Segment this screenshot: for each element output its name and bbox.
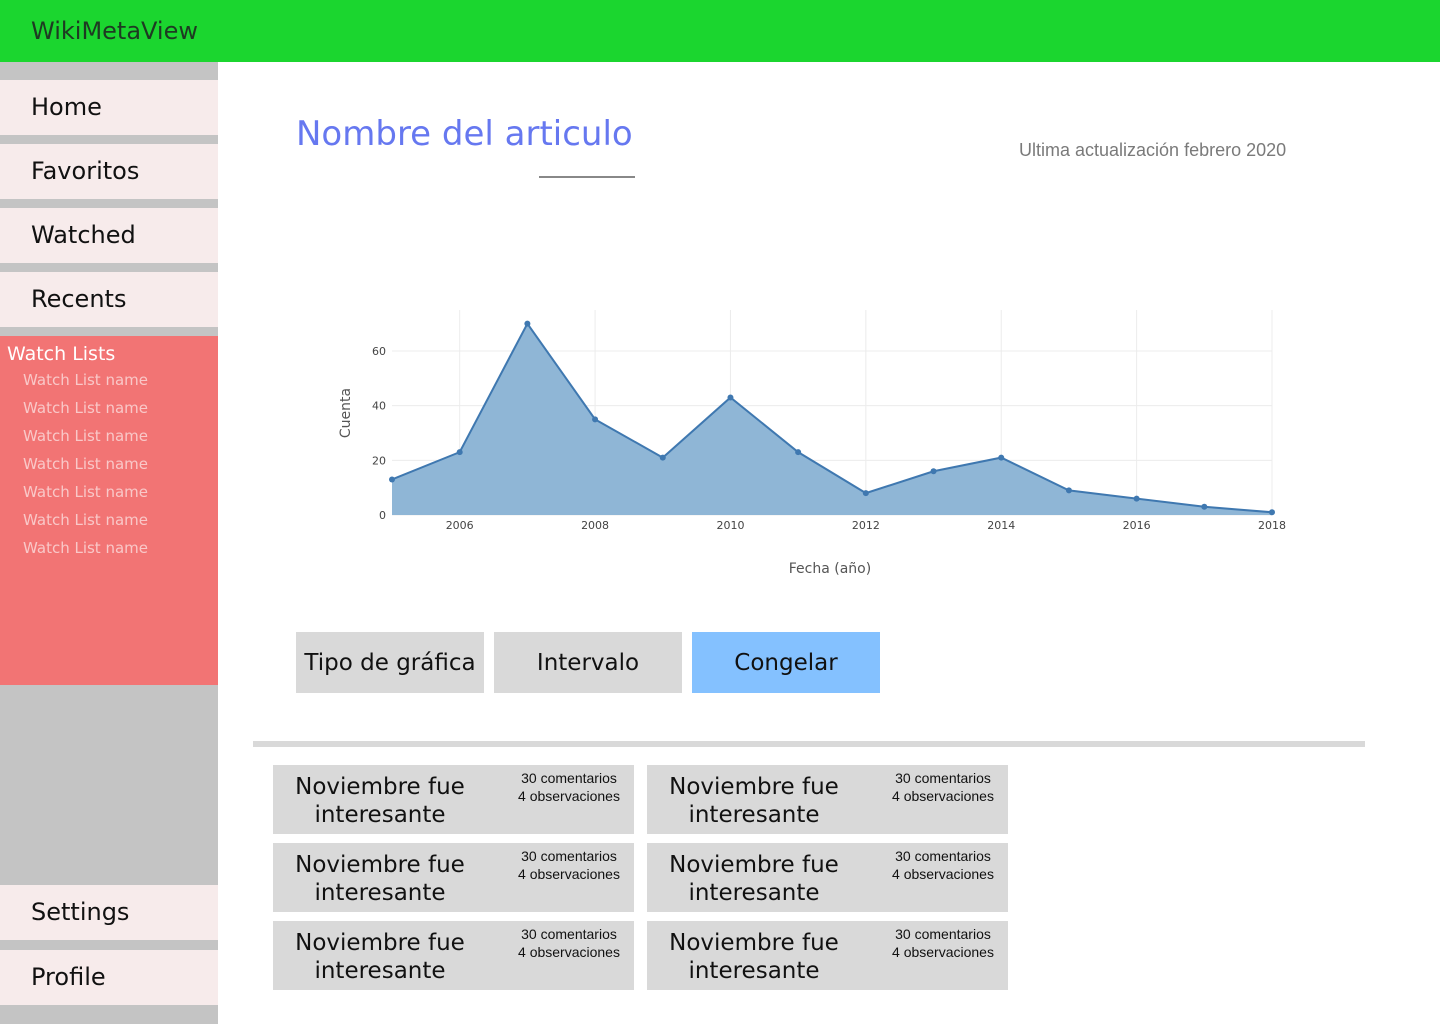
watch-list-item[interactable]: Watch List name [23,399,148,417]
y-tick-label: 20 [372,454,386,467]
chart-type-button[interactable]: Tipo de gráfica [296,632,484,693]
section-divider [253,741,1365,747]
x-tick-label: 2006 [446,519,474,532]
y-axis-label: Cuenta [338,388,354,438]
card-meta: 30 comentarios 4 observaciones [884,769,1002,805]
sidebar-item-label: Home [31,93,102,121]
sidebar-item-label: Profile [31,963,106,991]
watch-list-item[interactable]: Watch List name [23,371,148,389]
card-comments: 30 comentarios [895,848,991,864]
watch-list-item[interactable]: Watch List name [23,511,148,529]
y-tick-label: 40 [372,400,386,413]
data-point[interactable] [727,394,734,401]
card-meta: 30 comentarios 4 observaciones [510,769,628,805]
card-comments: 30 comentarios [521,926,617,942]
area-fill [392,323,1272,515]
x-tick-label: 2008 [581,519,609,532]
card-meta: 30 comentarios 4 observaciones [884,925,1002,961]
watch-list-item[interactable]: Watch List name [23,455,148,473]
comment-card[interactable]: Noviembre fue interesante 30 comentarios… [647,921,1008,990]
title-underline [539,176,635,178]
data-point[interactable] [795,449,802,456]
watch-list-item[interactable]: Watch List name [23,427,148,445]
activity-area-chart[interactable]: 0 20 40 60 2006 2008 2010 2012 2014 2016 2018 Cuen… [330,295,1310,595]
sidebar-item-home[interactable]: Home [0,80,218,135]
sidebar-item-label: Recents [31,285,127,313]
x-tick-label: 2012 [852,519,880,532]
data-point[interactable] [592,416,599,423]
card-comments: 30 comentarios [521,848,617,864]
watch-list-item[interactable]: Watch List name [23,483,148,501]
card-title: Noviembre fue interesante [669,774,839,828]
card-title: Noviembre fue interesante [295,930,465,984]
data-point[interactable] [659,454,666,461]
card-observations: 4 observaciones [892,788,994,804]
sidebar: Home Favoritos Watched Recents Watch Lis… [0,62,218,1024]
sidebar-item-label: Favoritos [31,157,140,185]
data-point[interactable] [389,476,395,483]
last-update-text: Ultima actualización febrero 2020 [1019,140,1287,160]
x-tick-label: 2018 [1258,519,1286,532]
data-point[interactable] [456,449,463,456]
interval-button[interactable]: Intervalo [494,632,682,693]
top-bar: WikiMetaView [0,0,1440,62]
sidebar-item-watched[interactable]: Watched [0,208,218,263]
data-point[interactable] [862,490,869,497]
card-observations: 4 observaciones [892,944,994,960]
sidebar-item-profile[interactable]: Profile [0,950,218,1005]
data-point[interactable] [930,468,937,475]
card-meta: 30 comentarios 4 observaciones [884,847,1002,883]
card-title: Noviembre fue interesante [669,930,839,984]
card-observations: 4 observaciones [518,788,620,804]
card-comments: 30 comentarios [895,770,991,786]
x-tick-label: 2016 [1123,519,1151,532]
card-meta: 30 comentarios 4 observaciones [510,847,628,883]
page-title: Nombre del articulo [296,114,633,154]
card-comments: 30 comentarios [521,770,617,786]
sidebar-item-settings[interactable]: Settings [0,885,218,940]
x-tick-label: 2010 [716,519,744,532]
y-tick-label: 60 [372,345,386,358]
card-observations: 4 observaciones [518,944,620,960]
card-observations: 4 observaciones [892,866,994,882]
card-title: Noviembre fue interesante [669,852,839,906]
comment-card[interactable]: Noviembre fue interesante 30 comentarios… [273,765,634,834]
card-title: Noviembre fue interesante [295,774,465,828]
x-tick-label: 2014 [987,519,1015,532]
sidebar-item-label: Watched [31,221,136,249]
card-title: Noviembre fue interesante [295,852,465,906]
data-point[interactable] [1269,509,1275,516]
watch-list-item[interactable]: Watch List name [23,539,148,557]
data-point[interactable] [524,320,531,327]
y-tick-label: 0 [379,509,386,522]
data-point[interactable] [1201,503,1208,510]
comment-card[interactable]: Noviembre fue interesante 30 comentarios… [647,843,1008,912]
comment-card[interactable]: Noviembre fue interesante 30 comentarios… [273,843,634,912]
data-point[interactable] [1133,495,1140,502]
comment-card[interactable]: Noviembre fue interesante 30 comentarios… [647,765,1008,834]
app-title[interactable]: WikiMetaView [31,17,198,45]
data-point[interactable] [1065,487,1072,494]
comment-card[interactable]: Noviembre fue interesante 30 comentarios… [273,921,634,990]
x-axis-label: Fecha (año) [789,561,871,577]
card-comments: 30 comentarios [895,926,991,942]
watch-lists-title: Watch Lists [7,343,116,365]
data-point[interactable] [998,454,1005,461]
sidebar-item-favoritos[interactable]: Favoritos [0,144,218,199]
watch-lists-panel: Watch Lists Watch List name Watch List n… [0,336,218,685]
sidebar-item-recents[interactable]: Recents [0,272,218,327]
freeze-button[interactable]: Congelar [692,632,880,693]
sidebar-item-label: Settings [31,898,130,926]
card-meta: 30 comentarios 4 observaciones [510,925,628,961]
card-observations: 4 observaciones [518,866,620,882]
